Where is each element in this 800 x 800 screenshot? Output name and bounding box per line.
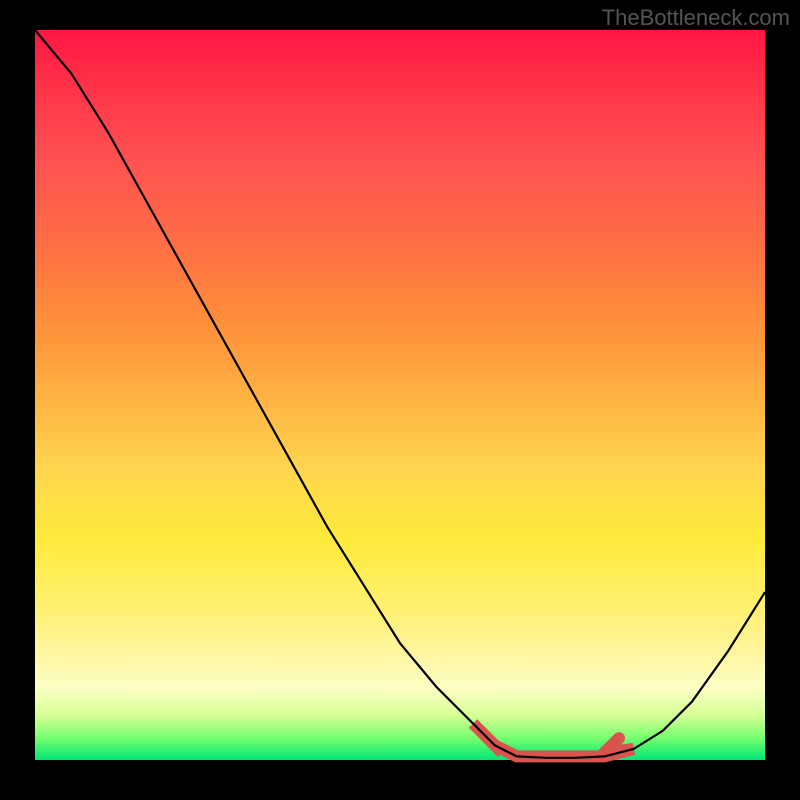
chart-svg [35, 30, 765, 760]
chart-plot-area [35, 30, 765, 760]
optimal-zone-highlight [473, 724, 634, 757]
watermark-text: TheBottleneck.com [602, 5, 790, 31]
bottleneck-curve-line [35, 30, 765, 758]
